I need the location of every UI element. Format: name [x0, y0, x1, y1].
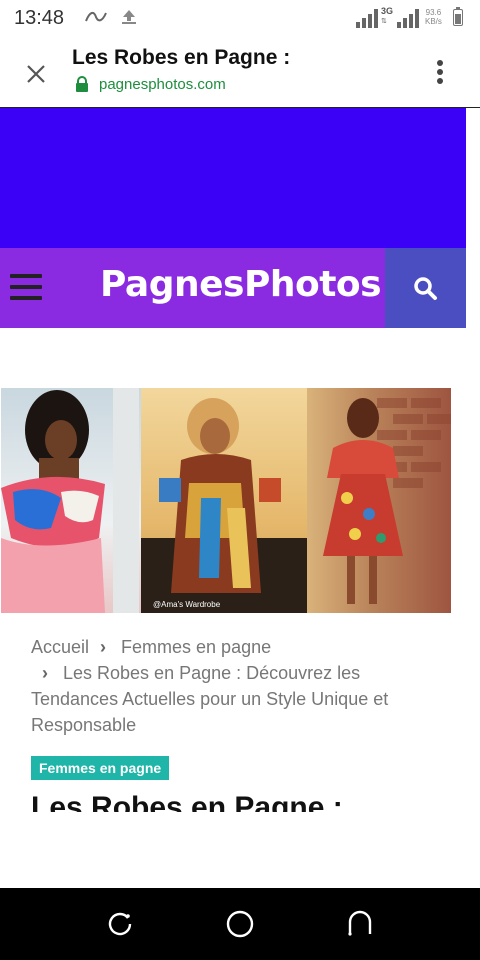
back-icon[interactable]	[342, 906, 378, 942]
network-type: 3G ⇅	[381, 6, 394, 26]
search-button[interactable]	[385, 248, 466, 328]
network-speed: 93.6 KB/s	[425, 8, 442, 26]
activity-icon	[85, 11, 107, 22]
photo-credit: @Ama's Wardrobe	[153, 600, 221, 609]
chevron-right-icon: ›	[100, 637, 107, 657]
hero-photo-center	[141, 388, 307, 613]
site-navbar: PagnesPhotos	[0, 248, 466, 328]
hero-photo-right	[307, 388, 451, 613]
hero-image: @Ama's Wardrobe	[1, 388, 451, 613]
signal-icon	[397, 9, 419, 28]
breadcrumb-current: Les Robes en Pagne : Découvrez les Tenda…	[31, 663, 389, 735]
page-title: Les Robes en Pagne :	[72, 46, 291, 69]
scrollbar-gutter	[466, 108, 480, 328]
lock-icon	[76, 76, 88, 92]
system-nav-bar	[0, 888, 480, 960]
custom-tab-toolbar: Les Robes en Pagne : pagnesphotos.com	[0, 36, 480, 108]
overflow-menu-button[interactable]	[428, 56, 452, 88]
site-logo[interactable]: PagnesPhotos	[100, 264, 382, 305]
signal-icon	[356, 9, 378, 28]
recent-apps-icon[interactable]	[102, 906, 138, 942]
breadcrumb-category[interactable]: Femmes en pagne	[121, 637, 271, 657]
category-badge[interactable]: Femmes en pagne	[31, 756, 170, 780]
url-text[interactable]: pagnesphotos.com	[99, 76, 226, 93]
close-icon[interactable]	[22, 60, 50, 88]
hero-photo-left	[1, 388, 141, 613]
hamburger-icon[interactable]	[10, 274, 42, 300]
article-title: Les Robes en Pagne :	[31, 791, 343, 812]
status-time: 13:48	[14, 7, 65, 29]
home-icon[interactable]	[222, 906, 258, 942]
search-icon	[414, 277, 437, 300]
breadcrumb-home[interactable]: Accueil	[31, 637, 89, 657]
chevron-right-icon: ›	[42, 663, 48, 683]
banner-area	[0, 108, 466, 248]
breadcrumb: Accueil › Femmes en pagne › Les Robes en Pa…	[31, 634, 451, 738]
upload-icon	[122, 10, 136, 24]
battery-icon	[453, 7, 463, 26]
more-icon	[437, 60, 443, 66]
status-bar: 13:48 3G ⇅ 93.6 KB/s	[0, 0, 480, 36]
